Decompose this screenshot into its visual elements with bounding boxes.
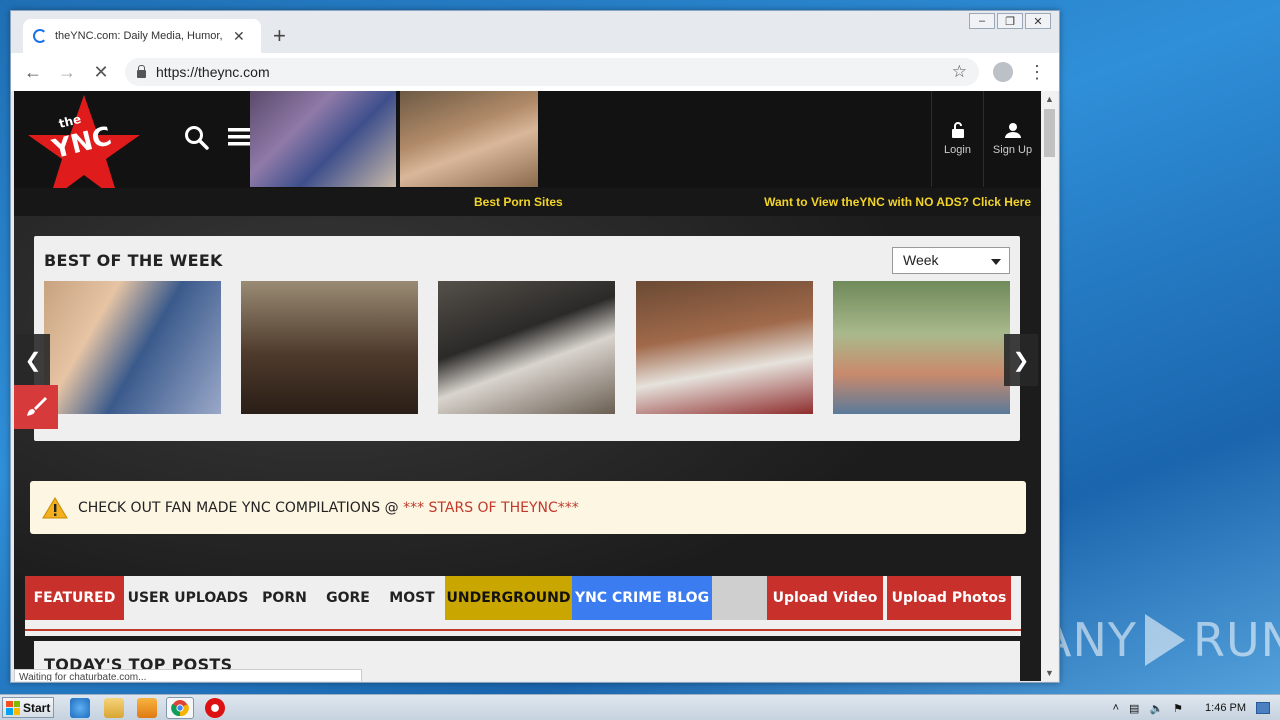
site-header: YNC the Login Sign Up xyxy=(14,91,1041,201)
media-player-icon[interactable] xyxy=(137,698,157,718)
profile-avatar-icon[interactable] xyxy=(993,62,1013,82)
no-ads-link[interactable]: Want to View theYNC with NO ADS? Click H… xyxy=(764,195,1031,209)
clock[interactable]: 1:46 PM xyxy=(1205,702,1246,714)
close-icon[interactable]: ✕ xyxy=(1025,13,1051,29)
window-controls: – ❐ ✕ xyxy=(969,13,1051,29)
header-ad-thumbnail[interactable] xyxy=(250,91,396,187)
chevron-left-icon: ❮ xyxy=(24,349,42,372)
signup-label: Sign Up xyxy=(992,144,1033,156)
new-tab-icon[interactable]: + xyxy=(273,23,286,49)
carousel-next-button[interactable]: ❯ xyxy=(1004,334,1038,386)
show-desktop-icon[interactable] xyxy=(1256,702,1270,714)
category-nav: FEATURED USER UPLOADS PORN GORE MOST UND… xyxy=(25,576,1021,636)
tray-expand-icon[interactable]: ˄ xyxy=(1113,702,1119,714)
login-button[interactable]: Login xyxy=(931,91,983,187)
signup-button[interactable]: Sign Up xyxy=(983,91,1041,187)
status-bubble: Waiting for chaturbate.com... xyxy=(14,669,362,681)
minimize-icon[interactable]: – xyxy=(969,13,995,29)
video-thumbnail[interactable] xyxy=(636,281,813,414)
restore-icon[interactable]: ❐ xyxy=(997,13,1023,29)
windows-taskbar: Start ˄ ▤ 🔈 ⚑ 1:46 PM xyxy=(0,694,1280,720)
url-text: https://theync.com xyxy=(156,64,270,80)
address-bar[interactable]: https://theync.com ☆ xyxy=(125,58,979,86)
unlock-icon xyxy=(951,122,964,138)
sub-bar: Best Porn Sites Want to View theYNC with… xyxy=(14,188,1041,216)
header-ad-thumbnail[interactable] xyxy=(400,91,538,187)
nav-underground[interactable]: UNDERGROUND xyxy=(445,576,572,620)
forward-icon[interactable]: → xyxy=(57,62,77,83)
menu-icon[interactable] xyxy=(228,127,250,147)
stop-loading-icon[interactable]: ✕ xyxy=(91,62,111,83)
volume-icon[interactable]: 🔈 xyxy=(1149,702,1163,715)
nav-spacer xyxy=(712,576,767,620)
user-icon xyxy=(1004,123,1021,138)
paintbrush-icon xyxy=(27,397,47,416)
lock-icon xyxy=(137,65,146,78)
nav-divider xyxy=(25,629,1021,631)
start-button[interactable]: Start xyxy=(2,697,54,718)
anyrun-watermark: ANY RUN xyxy=(1040,608,1280,672)
chrome-icon xyxy=(171,700,189,717)
loading-spinner-icon xyxy=(33,29,47,43)
carousel-prev-button[interactable]: ❮ xyxy=(16,334,50,386)
search-icon[interactable] xyxy=(184,125,210,151)
nav-featured[interactable]: FEATURED xyxy=(25,576,124,620)
internet-explorer-icon[interactable] xyxy=(70,698,90,718)
theme-brush-button[interactable] xyxy=(14,385,58,429)
best-porn-sites-link[interactable]: Best Porn Sites xyxy=(474,195,563,209)
scroll-up-icon[interactable]: ▲ xyxy=(1045,94,1054,104)
upload-photos-button[interactable]: Upload Photos xyxy=(887,576,1011,620)
scroll-down-icon[interactable]: ▼ xyxy=(1045,668,1054,678)
notice-text: CHECK OUT FAN MADE YNC COMPILATIONS @ xyxy=(78,499,404,516)
network-icon[interactable]: ▤ xyxy=(1129,702,1139,715)
chevron-right-icon: ❯ xyxy=(1012,349,1030,372)
period-select[interactable]: Week xyxy=(892,247,1010,274)
compilations-notice: CHECK OUT FAN MADE YNC COMPILATIONS @ **… xyxy=(30,481,1026,534)
video-thumbnail[interactable] xyxy=(44,281,221,414)
watermark-right-text: RUN xyxy=(1192,613,1280,667)
scrollbar-thumb[interactable] xyxy=(1044,109,1055,157)
page-viewport: YNC the Login Sign Up Best Porn Sites Wa… xyxy=(14,91,1041,681)
bookmark-star-icon[interactable]: ☆ xyxy=(952,62,967,82)
chevron-down-icon xyxy=(991,259,1001,265)
tab-close-icon[interactable]: ✕ xyxy=(233,28,245,45)
page-scrollbar[interactable]: ▲ ▼ xyxy=(1041,91,1058,681)
upload-video-button[interactable]: Upload Video xyxy=(767,576,883,620)
opera-icon[interactable] xyxy=(205,698,225,718)
tab-title: theYNC.com: Daily Media, Humor, Sh xyxy=(55,30,225,42)
back-icon[interactable]: ← xyxy=(23,62,43,83)
play-icon xyxy=(1144,614,1185,666)
video-thumbnail[interactable] xyxy=(438,281,615,414)
windows-logo-icon xyxy=(6,700,20,715)
video-thumbnail[interactable] xyxy=(241,281,418,414)
nav-porn[interactable]: PORN xyxy=(252,576,317,620)
browser-window: – ❐ ✕ theYNC.com: Daily Media, Humor, Sh… xyxy=(10,10,1060,683)
period-selected-value: Week xyxy=(903,252,939,268)
system-tray: ˄ ▤ 🔈 ⚑ 1:46 PM xyxy=(1103,695,1280,720)
best-of-week-title: BEST OF THE WEEK xyxy=(44,251,223,270)
login-label: Login xyxy=(944,144,971,156)
nav-gore[interactable]: GORE xyxy=(317,576,379,620)
nav-crime-blog[interactable]: YNC CRIME BLOG xyxy=(572,576,712,620)
browser-menu-icon[interactable]: ⋮ xyxy=(1027,62,1047,83)
start-label: Start xyxy=(23,700,51,715)
nav-most[interactable]: MOST xyxy=(379,576,445,620)
video-thumbnail[interactable] xyxy=(833,281,1010,414)
chrome-taskbar-button[interactable] xyxy=(166,697,194,719)
stars-of-theync-link[interactable]: *** STARS OF THEYNC*** xyxy=(403,500,579,516)
nav-user-uploads[interactable]: USER UPLOADS xyxy=(124,576,252,620)
file-explorer-icon[interactable] xyxy=(104,698,124,718)
action-center-flag-icon[interactable]: ⚑ xyxy=(1173,702,1183,715)
browser-tab[interactable]: theYNC.com: Daily Media, Humor, Sh ✕ xyxy=(23,19,261,53)
browser-toolbar: ← → ✕ https://theync.com ☆ ⋮ xyxy=(11,53,1059,91)
warning-icon xyxy=(42,496,68,518)
